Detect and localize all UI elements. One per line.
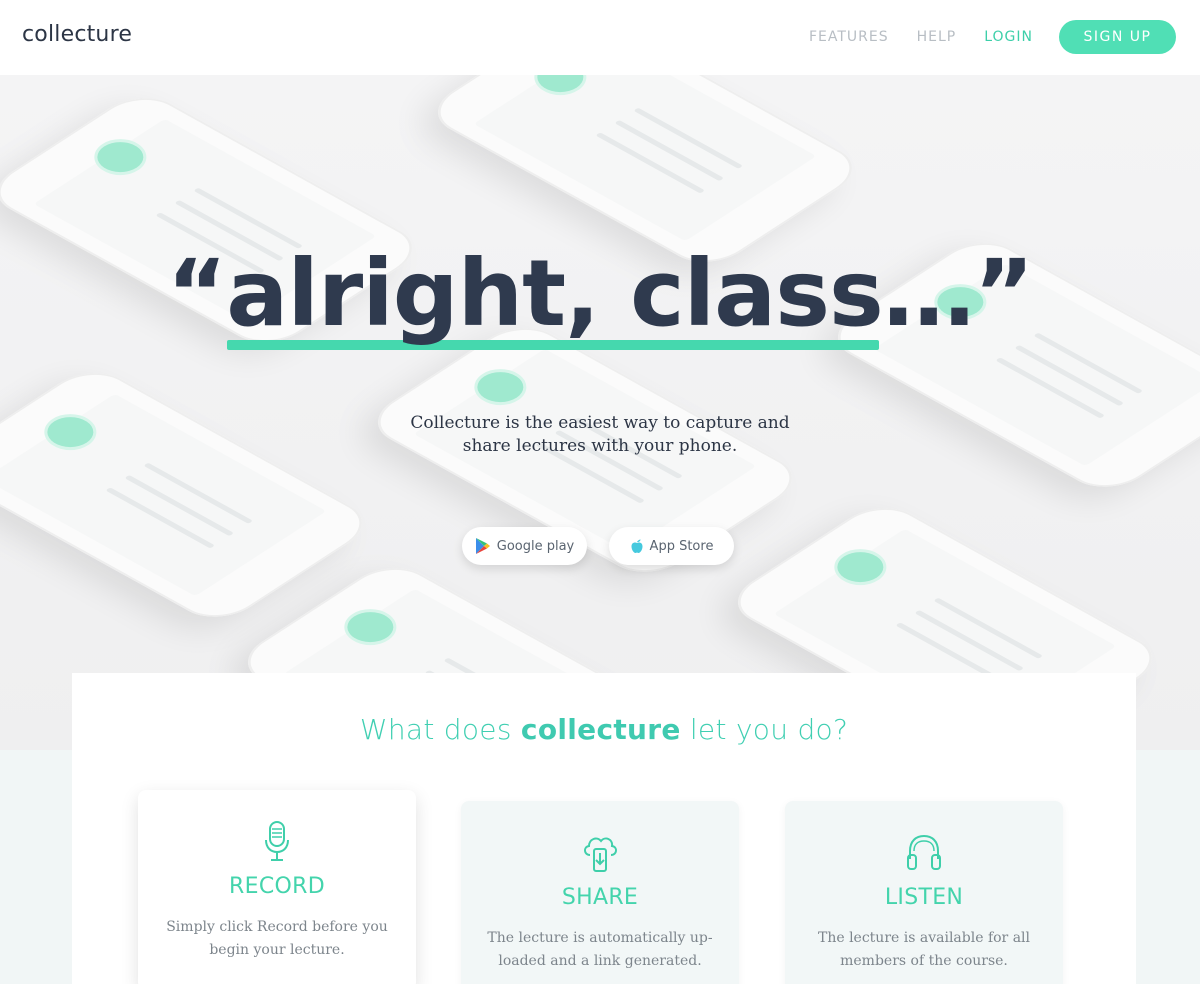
nav-login-link[interactable]: LOGIN	[984, 29, 1033, 45]
phone-mockup	[0, 362, 381, 628]
apple-icon	[631, 539, 643, 553]
feature-title: RECORD	[229, 874, 325, 899]
app-store-button[interactable]: App Store	[609, 527, 734, 565]
features-title: What does collecture let you do?	[359, 713, 849, 746]
app-store-label: App Store	[649, 538, 714, 554]
microphone-icon	[265, 821, 289, 861]
cloud-upload-icon	[584, 837, 617, 872]
headphones-icon	[907, 834, 941, 870]
nav-features-link[interactable]: FEATURES	[809, 29, 889, 45]
main-nav: FEATURES HELP LOGIN SIGN UP	[809, 20, 1176, 54]
feature-card-listen: LISTEN The lecture is available for all …	[785, 801, 1063, 984]
hero-tagline: Collecture is the easiest way to capture…	[410, 413, 790, 456]
feature-card-share: SHARE The lecture is automatically up-lo…	[461, 801, 739, 984]
feature-card-record: RECORD Simply click Record before you be…	[138, 790, 416, 984]
features-panel: What does collecture let you do? RECORD …	[72, 673, 1136, 984]
feature-title: SHARE	[561, 885, 639, 910]
logo[interactable]: collecture	[22, 22, 132, 47]
feature-description: The lecture is automatically up-loaded a…	[487, 930, 713, 969]
feature-title: LISTEN	[884, 885, 964, 910]
google-play-label: Google play	[496, 538, 575, 554]
google-play-button[interactable]: Google play	[462, 527, 587, 565]
feature-description: The lecture is available for all members…	[817, 930, 1030, 969]
signup-button[interactable]: SIGN UP	[1059, 20, 1176, 54]
site-header: collecture FEATURES HELP LOGIN SIGN UP	[0, 0, 1200, 75]
feature-description: Simply click Record before you begin you…	[166, 919, 388, 958]
google-play-icon	[475, 538, 490, 554]
nav-help-link[interactable]: HELP	[917, 29, 957, 45]
hero-headline: “alright, class…”	[166, 240, 1034, 347]
